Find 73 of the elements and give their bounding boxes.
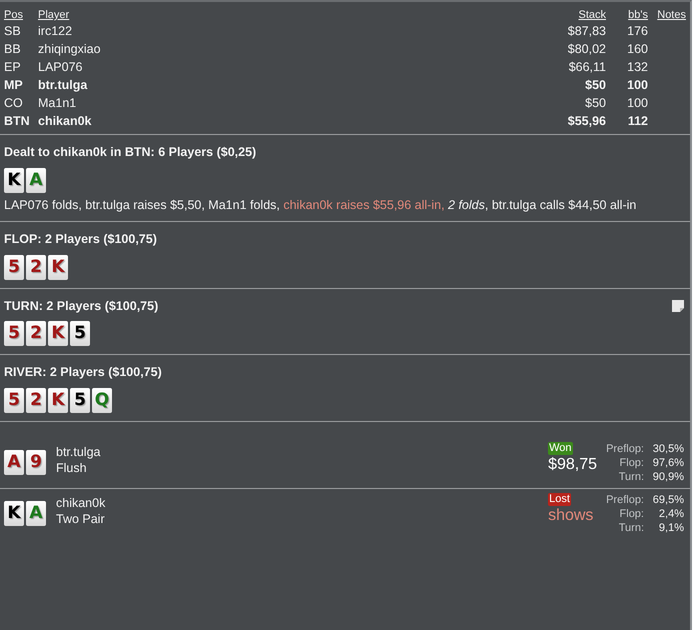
column-header[interactable]: Player (38, 8, 526, 22)
playing-card: K (48, 388, 68, 413)
result-badge: Lost (548, 493, 571, 506)
table-cell-text: zhiqingxiao (38, 41, 102, 58)
street-title: FLOP: 2 Players ($100,75) (4, 230, 157, 248)
table-cell-text: 100 (626, 77, 648, 94)
result-badge: Won (548, 442, 572, 455)
table-cell-text: btr.tulga (38, 77, 88, 94)
hand-rank: Flush (56, 460, 88, 476)
table-cell-text: 100 (626, 95, 648, 112)
table-cell-text: MP (4, 77, 24, 94)
playing-card: K (48, 321, 68, 346)
playing-card: 2 (26, 388, 46, 413)
table-cell-text: $66,11 (568, 59, 606, 76)
column-header[interactable]: Pos (4, 8, 38, 22)
street-title: TURN: 2 Players ($100,75) (4, 298, 158, 315)
playing-card: 2 (26, 321, 46, 346)
table-cell-text: LAP076 (38, 59, 84, 76)
result-amount: shows (548, 506, 594, 526)
column-header[interactable]: Stack (526, 8, 606, 22)
table-cell-text: $87,83 (566, 23, 606, 40)
playing-card: K (48, 254, 68, 280)
note-icon[interactable] (672, 300, 684, 312)
playing-card: A (26, 168, 46, 193)
table-cell-text: 176 (626, 23, 648, 40)
column-header[interactable]: Notes (648, 8, 686, 22)
street-title: RIVER: 2 Players ($100,75) (4, 364, 162, 382)
playing-card: 2 (26, 254, 46, 280)
action-text: LAP076 folds, btr.tulga raises $5,50, Ma1n1 folds, chikan0k raises $55,96 all-in, 2 folds, btr.tulga calls $44,50 all-in (4, 196, 638, 213)
equity-label: Flop: (618, 456, 644, 470)
equity-label: Flop: (618, 507, 644, 521)
playing-card: K (4, 168, 24, 193)
playing-card: 9 (26, 450, 46, 475)
hand-rank: Two Pair (56, 511, 106, 527)
playing-card: 5 (70, 321, 90, 346)
result-amount: $98,75 (548, 455, 598, 475)
playing-card: K (4, 501, 24, 526)
equity-value: 30,5% (652, 442, 684, 456)
table-cell-text: $50 (584, 95, 606, 112)
table-cell-text: 112 (626, 113, 648, 130)
table-cell-text: Ma1n1 (38, 95, 78, 112)
table-cell-text: BTN (4, 113, 31, 130)
table-cell-text: $80,02 (566, 41, 606, 58)
equity-label: Preflop: (606, 442, 644, 456)
table-cell-text: 160 (626, 41, 648, 58)
player-name: btr.tulga (56, 444, 100, 460)
table-cell-text: irc122 (38, 23, 74, 40)
playing-card: 5 (4, 321, 24, 346)
table-cell-text: BB (4, 41, 22, 58)
table-cell-text: EP (4, 59, 22, 76)
table-cell-text: $50 (584, 77, 606, 94)
table-cell-text: CO (4, 95, 24, 112)
equity-value: 97,6% (652, 456, 684, 470)
equity-value: 2,4% (658, 507, 684, 521)
table-cell-text: $55,96 (566, 113, 606, 130)
playing-card: 5 (4, 254, 24, 280)
table-cell-text: SB (4, 23, 22, 40)
playing-card: Q (92, 388, 112, 413)
street-title: Dealt to chikan0k in BTN: 6 Players ($0,25) (4, 144, 256, 161)
equity-value: 90,9% (652, 470, 684, 484)
table-cell-text: chikan0k (38, 113, 93, 130)
equity-label: Turn: (618, 470, 644, 484)
equity-label: Preflop: (606, 493, 644, 507)
equity-value: 69,5% (652, 493, 684, 507)
playing-card: 5 (4, 388, 24, 413)
playing-card: 5 (70, 388, 90, 413)
equity-value: 9,1% (658, 521, 684, 535)
playing-card: A (26, 501, 46, 526)
equity-label: Turn: (618, 521, 644, 535)
player-name: chikan0k (56, 495, 106, 511)
playing-card: A (4, 450, 24, 475)
table-cell-text: 132 (626, 59, 648, 76)
column-header[interactable]: bb's (606, 8, 648, 22)
